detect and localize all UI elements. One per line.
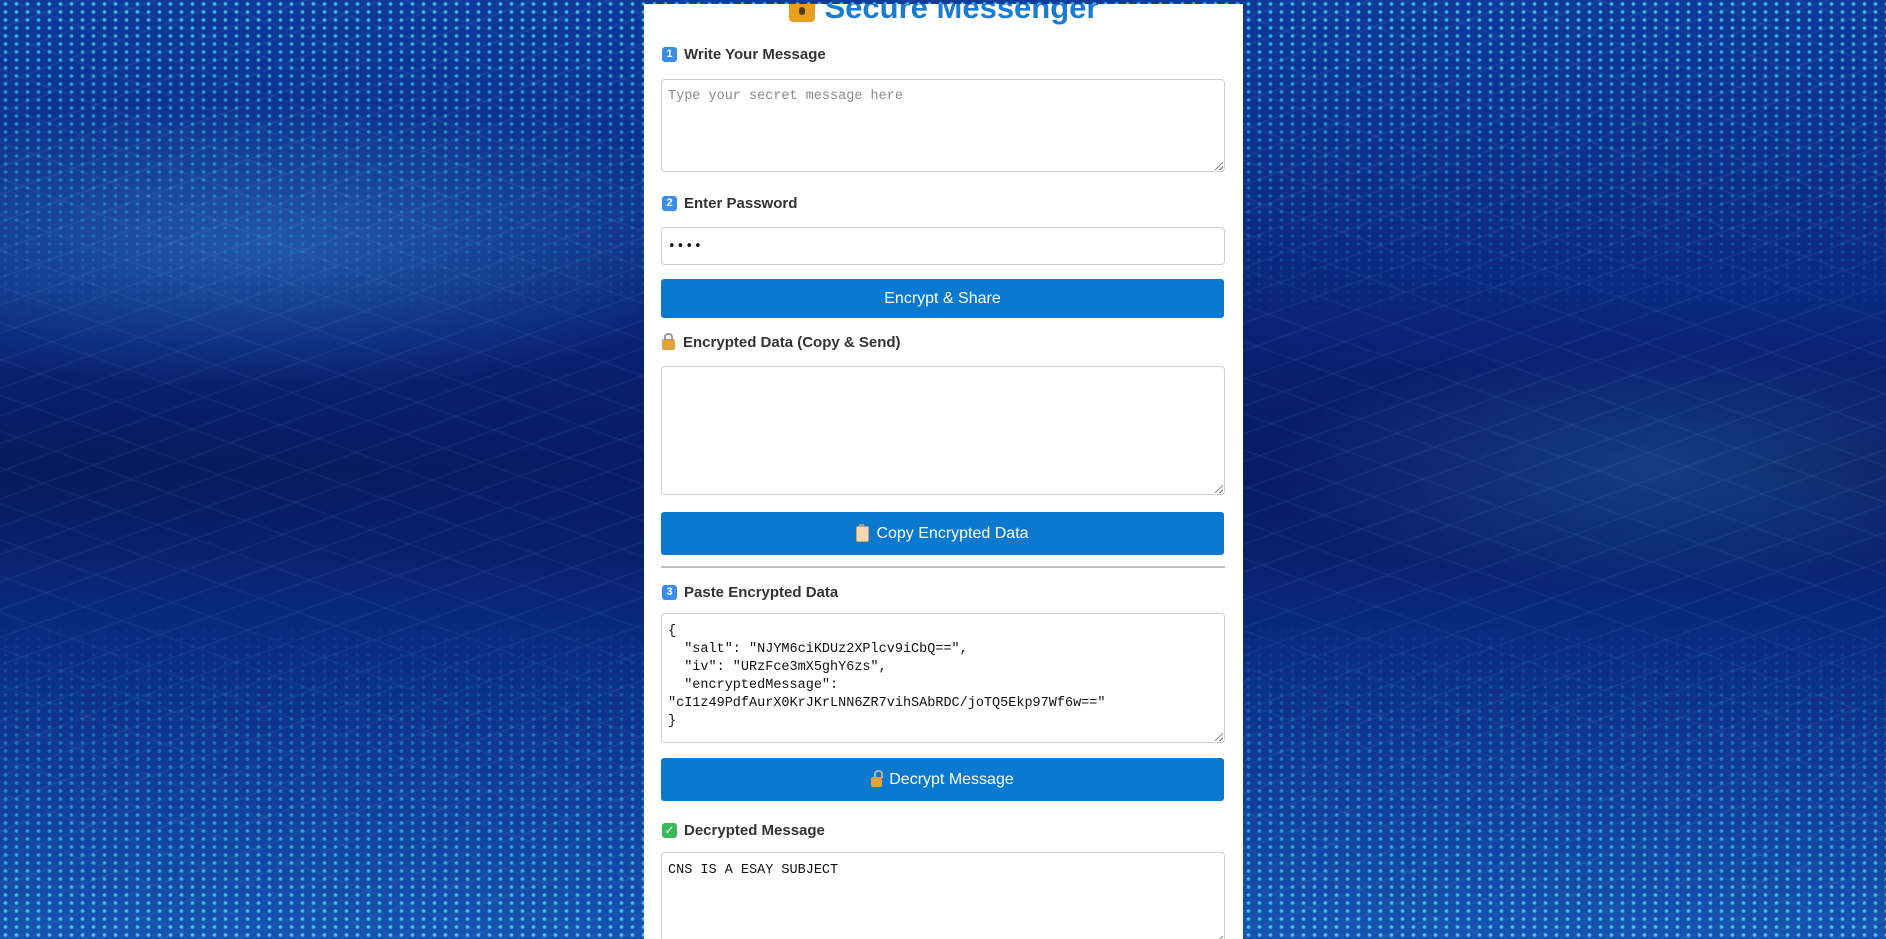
encrypted-output-label-row: Encrypted Data (Copy & Send)	[662, 333, 901, 351]
lock-key-icon	[788, 4, 815, 22]
step2-label-row: 2 Enter Password	[662, 195, 797, 212]
number-one-icon: 1	[662, 47, 677, 62]
decrypted-label: Decrypted Message	[684, 822, 825, 839]
step3-label: Paste Encrypted Data	[684, 584, 839, 601]
unlock-icon	[871, 769, 884, 787]
decrypted-output-field[interactable]	[661, 852, 1225, 939]
encrypt-share-label: Encrypt & Share	[884, 289, 1001, 307]
encrypt-share-button[interactable]: Encrypt & Share	[661, 279, 1224, 318]
clipboard-icon	[856, 523, 870, 542]
decrypted-label-row: ✓ Decrypted Message	[662, 822, 825, 839]
number-three-icon: 3	[662, 585, 677, 600]
step1-label: Write Your Message	[684, 46, 826, 63]
check-icon: ✓	[662, 823, 677, 838]
paste-encrypted-input[interactable]	[661, 613, 1225, 743]
number-two-icon: 2	[662, 196, 677, 211]
page-title-row: Secure Messenger	[644, 4, 1243, 26]
paste-encrypted-wrap	[661, 613, 1225, 743]
decrypt-message-label: Decrypt Message	[889, 770, 1014, 788]
message-input-wrap	[661, 79, 1225, 172]
step1-label-row: 1 Write Your Message	[662, 46, 826, 63]
encrypted-output-wrap	[661, 366, 1225, 495]
encrypted-output-field[interactable]	[661, 366, 1225, 495]
message-input[interactable]	[661, 79, 1225, 172]
encrypted-output-label: Encrypted Data (Copy & Send)	[683, 334, 901, 351]
messenger-card: Secure Messenger 1 Write Your Message 2 …	[644, 4, 1243, 939]
decrypted-output-wrap	[661, 852, 1225, 939]
copy-encrypted-button[interactable]: Copy Encrypted Data	[661, 512, 1224, 555]
section-divider	[661, 566, 1225, 568]
password-input[interactable]	[661, 227, 1225, 265]
page-title: Secure Messenger	[824, 4, 1099, 25]
decrypt-message-button[interactable]: Decrypt Message	[661, 758, 1224, 801]
step2-label: Enter Password	[684, 195, 798, 212]
lock-icon	[662, 333, 675, 350]
step3-label-row: 3 Paste Encrypted Data	[662, 584, 838, 601]
copy-encrypted-label: Copy Encrypted Data	[876, 524, 1029, 542]
